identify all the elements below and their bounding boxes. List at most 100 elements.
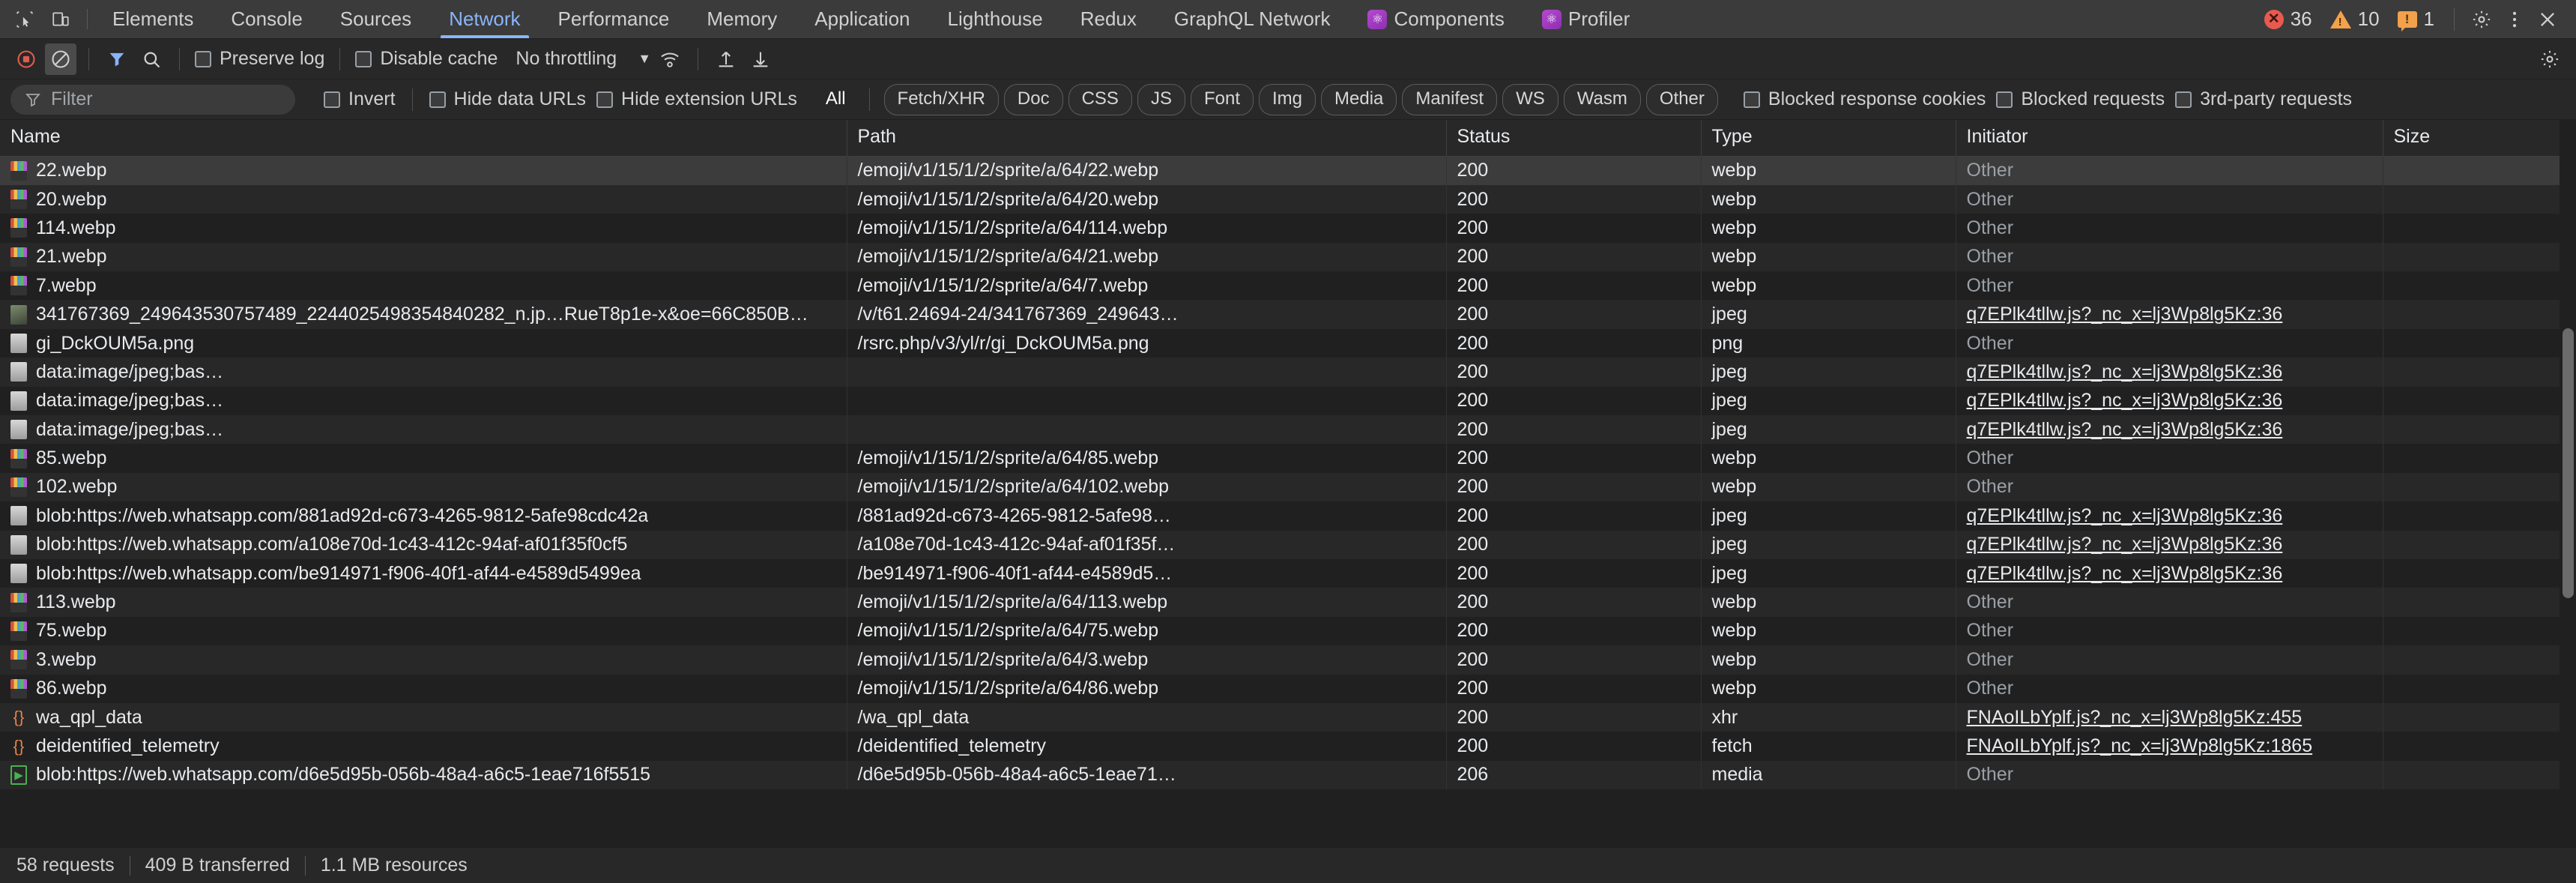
filter-type-media[interactable]: Media <box>1321 83 1397 115</box>
cell-initiator-text[interactable]: q7EPlk4tllw.js?_nc_x=lj3Wp8lg5Kz:36 <box>1967 390 2283 411</box>
warning-counter[interactable]: 10 <box>2323 7 2387 31</box>
gear-icon[interactable] <box>2467 4 2497 34</box>
tab-graphql-network[interactable]: GraphQL Network <box>1155 0 1349 38</box>
filter-type-other[interactable]: Other <box>1645 83 1718 115</box>
table-row[interactable]: data:image/jpeg;bas… 200 jpeg q7EPlk4tllw.j… <box>0 386 2576 416</box>
cell-name[interactable]: 102.webp <box>0 472 847 502</box>
cell-name[interactable]: {} wa_qpl_data <box>0 702 847 732</box>
table-row[interactable]: 75.webp/emoji/v1/15/1/2/sprite/a/64/75.w… <box>0 616 2576 646</box>
blocked-response-cookies-checkbox[interactable]: Blocked response cookies <box>1741 88 1989 110</box>
filter-type-js[interactable]: JS <box>1137 83 1185 115</box>
tab-redux[interactable]: Redux <box>1062 0 1155 38</box>
cell-initiator-text[interactable]: q7EPlk4tllw.js?_nc_x=lj3Wp8lg5Kz:36 <box>1967 361 2283 382</box>
tab-sources[interactable]: Sources <box>321 0 430 38</box>
throttling-select[interactable]: No throttling <box>515 48 617 70</box>
column-header-name[interactable]: Name <box>0 120 847 157</box>
hide-extension-urls-checkbox[interactable]: Hide extension URLs <box>593 88 800 110</box>
filter-type-doc[interactable]: Doc <box>1003 83 1063 115</box>
network-requests-grid[interactable]: Name Path Status Type Initiator Size Ti.… <box>0 120 2576 847</box>
cell-name[interactable]: gi_DckOUM5a.png <box>0 328 847 358</box>
filter-type-font[interactable]: Font <box>1190 83 1254 115</box>
cell-name[interactable]: 20.webp <box>0 184 847 214</box>
column-header-type[interactable]: Type <box>1701 120 1956 157</box>
table-row[interactable]: 22.webp/emoji/v1/15/1/2/sprite/a/64/22.w… <box>0 156 2576 185</box>
table-row[interactable]: data:image/jpeg;bas… 200 jpeg q7EPlk4tllw.j… <box>0 358 2576 387</box>
vertical-scrollbar[interactable] <box>2560 120 2576 847</box>
cell-initiator-text[interactable]: q7EPlk4tllw.js?_nc_x=lj3Wp8lg5Kz:36 <box>1967 534 2283 555</box>
search-icon[interactable] <box>136 43 167 75</box>
cell-name[interactable]: 341767369_249643530757489_22440254983548… <box>0 300 847 329</box>
table-row[interactable]: data:image/jpeg;bas… 200 jpeg q7EPlk4tllw.j… <box>0 415 2576 444</box>
table-row[interactable]: 21.webp/emoji/v1/15/1/2/sprite/a/64/21.w… <box>0 242 2576 272</box>
issue-counter[interactable]: ! 1 <box>2390 7 2442 31</box>
cell-name[interactable]: blob:https://web.whatsapp.com/be914971-f… <box>0 558 847 588</box>
cell-name[interactable]: 7.webp <box>0 271 847 301</box>
tab-memory[interactable]: Memory <box>688 0 796 38</box>
cell-initiator-text[interactable]: q7EPlk4tllw.js?_nc_x=lj3Wp8lg5Kz:36 <box>1967 563 2283 584</box>
cell-name[interactable]: data:image/jpeg;bas… <box>0 358 847 387</box>
preserve-log-checkbox[interactable]: Preserve log <box>192 48 327 70</box>
tab-lighthouse[interactable]: Lighthouse <box>929 0 1062 38</box>
table-row[interactable]: 113.webp/emoji/v1/15/1/2/sprite/a/64/113… <box>0 588 2576 617</box>
cell-name[interactable]: 21.webp <box>0 242 847 272</box>
import-har-icon[interactable] <box>710 43 742 75</box>
inspect-element-icon[interactable] <box>12 7 37 32</box>
disable-cache-checkbox[interactable]: Disable cache <box>352 48 501 70</box>
cell-name[interactable]: {} deidentified_telemetry <box>0 732 847 761</box>
funnel-icon[interactable] <box>101 43 133 75</box>
cell-initiator-text[interactable]: q7EPlk4tllw.js?_nc_x=lj3Wp8lg5Kz:36 <box>1967 419 2283 440</box>
vertical-scrollbar-thumb[interactable] <box>2563 328 2574 598</box>
throttling-wifi-icon[interactable] <box>654 43 686 75</box>
network-settings-gear-icon[interactable] <box>2534 43 2566 75</box>
filter-type-img[interactable]: Img <box>1259 83 1316 115</box>
third-party-requests-checkbox[interactable]: 3rd-party requests <box>2172 88 2355 110</box>
cell-name[interactable]: 75.webp <box>0 616 847 646</box>
hide-data-urls-checkbox[interactable]: Hide data URLs <box>426 88 589 110</box>
cell-name[interactable]: 114.webp <box>0 214 847 243</box>
blocked-requests-checkbox[interactable]: Blocked requests <box>1993 88 2168 110</box>
tab-elements[interactable]: Elements <box>94 0 212 38</box>
cell-name[interactable]: 3.webp <box>0 645 847 675</box>
device-toolbar-icon[interactable] <box>48 7 73 32</box>
table-row[interactable]: 341767369_249643530757489_22440254983548… <box>0 300 2576 329</box>
table-row[interactable]: blob:https://web.whatsapp.com/be914971-f… <box>0 558 2576 588</box>
filter-type-all[interactable]: All <box>817 85 855 115</box>
chevron-down-icon[interactable]: ▼ <box>638 51 651 67</box>
close-icon[interactable] <box>2533 4 2563 34</box>
table-row[interactable]: 7.webp/emoji/v1/15/1/2/sprite/a/64/7.web… <box>0 271 2576 301</box>
cell-initiator-text[interactable]: q7EPlk4tllw.js?_nc_x=lj3Wp8lg5Kz:36 <box>1967 505 2283 526</box>
column-header-path[interactable]: Path <box>847 120 1447 157</box>
invert-checkbox[interactable]: Invert <box>321 88 399 110</box>
filter-input[interactable]: Filter <box>10 84 295 115</box>
filter-type-fetch-xhr[interactable]: Fetch/XHR <box>883 83 999 115</box>
table-row[interactable]: 85.webp/emoji/v1/15/1/2/sprite/a/64/85.w… <box>0 444 2576 473</box>
column-header-initiator[interactable]: Initiator <box>1956 120 2383 157</box>
column-header-size[interactable]: Size <box>2383 120 2576 157</box>
table-row[interactable]: ▶ blob:https://web.whatsapp.com/d6e5d95b-… <box>0 760 2576 790</box>
cell-initiator-text[interactable]: q7EPlk4tllw.js?_nc_x=lj3Wp8lg5Kz:36 <box>1967 304 2283 325</box>
cell-name[interactable]: 22.webp <box>0 156 847 185</box>
cell-name[interactable]: blob:https://web.whatsapp.com/a108e70d-1… <box>0 530 847 559</box>
column-header-status[interactable]: Status <box>1446 120 1702 157</box>
cell-name[interactable]: blob:https://web.whatsapp.com/881ad92d-c… <box>0 501 847 531</box>
filter-type-manifest[interactable]: Manifest <box>1402 83 1498 115</box>
export-har-icon[interactable] <box>745 43 776 75</box>
table-row[interactable]: 20.webp/emoji/v1/15/1/2/sprite/a/64/20.w… <box>0 184 2576 214</box>
cell-name[interactable]: 113.webp <box>0 588 847 617</box>
filter-type-ws[interactable]: WS <box>1502 83 1558 115</box>
table-row[interactable]: blob:https://web.whatsapp.com/881ad92d-c… <box>0 501 2576 531</box>
table-row[interactable]: gi_DckOUM5a.png/rsrc.php/v3/yl/r/gi_DckO… <box>0 328 2576 358</box>
cell-initiator-text[interactable]: FNAoILbYplf.js?_nc_x=lj3Wp8lg5Kz:455 <box>1967 707 2303 728</box>
clear-icon[interactable] <box>45 43 76 75</box>
tab-components[interactable]: ⚛ Components <box>1349 0 1523 38</box>
table-row[interactable]: {} wa_qpl_data/wa_qpl_data 200 xhr FNAoILbYp… <box>0 702 2576 732</box>
cell-name[interactable]: data:image/jpeg;bas… <box>0 415 847 444</box>
record-stop-icon[interactable] <box>10 43 42 75</box>
cell-name[interactable]: 86.webp <box>0 674 847 703</box>
cell-initiator-text[interactable]: FNAoILbYplf.js?_nc_x=lj3Wp8lg5Kz:1865 <box>1967 735 2313 756</box>
table-row[interactable]: {} deidentified_telemetry/deidentified_te… <box>0 732 2576 761</box>
tab-console[interactable]: Console <box>212 0 321 38</box>
filter-type-wasm[interactable]: Wasm <box>1563 83 1641 115</box>
error-counter[interactable]: ✕ 36 <box>2257 7 2320 31</box>
table-row[interactable]: blob:https://web.whatsapp.com/a108e70d-1… <box>0 530 2576 559</box>
